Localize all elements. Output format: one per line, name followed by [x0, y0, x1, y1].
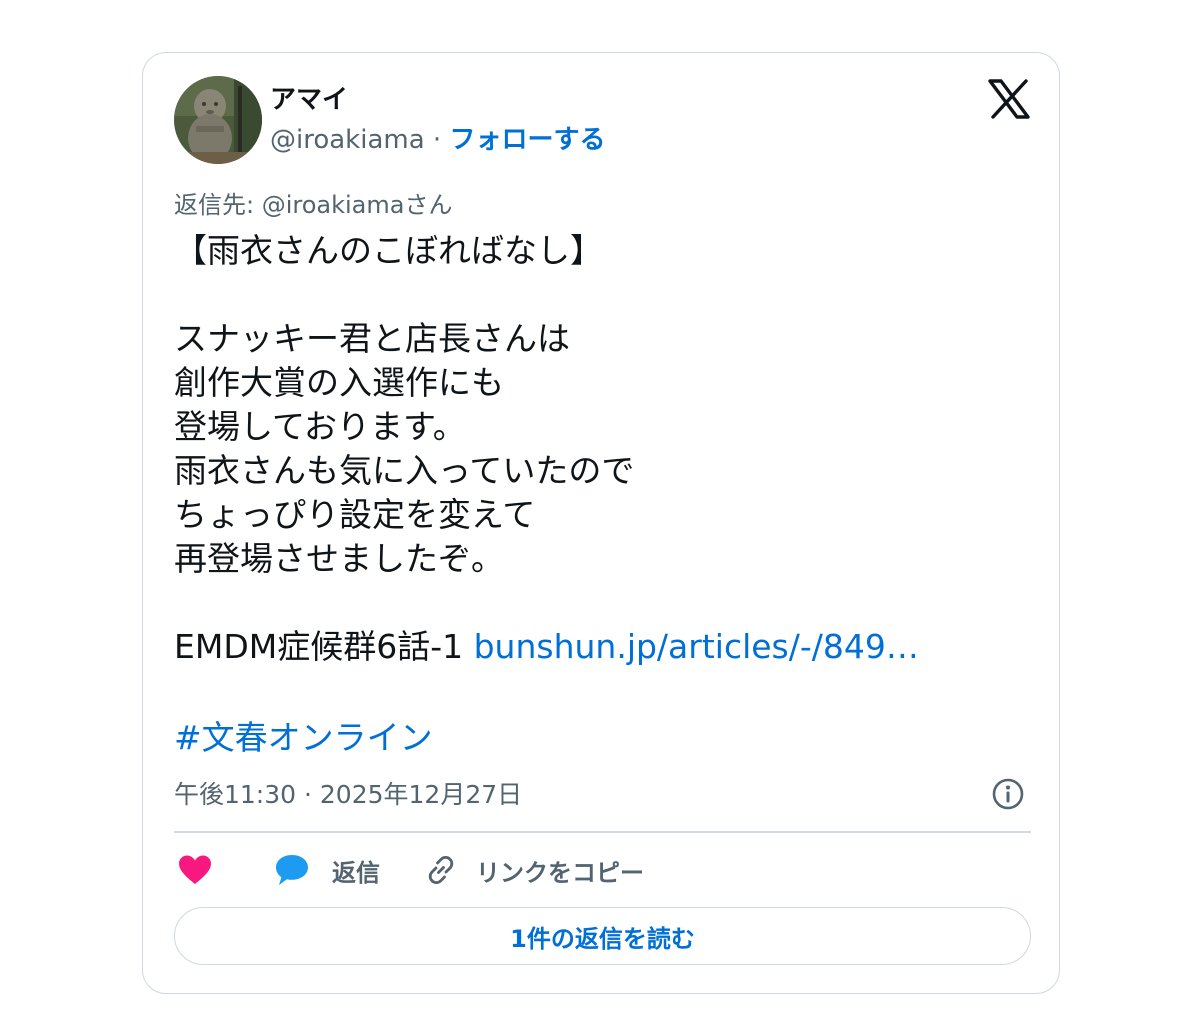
read-replies-button[interactable]: 1件の返信を読む — [174, 907, 1031, 965]
tweet-line: 登場しております。 — [174, 407, 466, 446]
reply-button[interactable]: 返信 — [274, 848, 380, 892]
tweet-line: 雨衣さんも気に入っていたので — [174, 451, 635, 490]
avatar[interactable] — [174, 76, 262, 164]
tweet-line: ちょっぴり設定を変えて — [174, 495, 536, 534]
tweet-line: EMDM症候群6話-1 — [174, 627, 474, 666]
embedded-tweet-card: アマイ @iroakiama · フォローする 返信先: @iroakiamaさ… — [142, 52, 1060, 994]
article-link[interactable]: bunshun.jp/articles/-/849… — [474, 627, 919, 666]
author-handle-row: @iroakiama · フォローする — [270, 123, 605, 157]
tweet-line: 再登場させましたぞ。 — [174, 539, 504, 578]
tweet-link-line: EMDM症候群6話-1 bunshun.jp/articles/-/849… — [174, 625, 1034, 669]
link-icon — [428, 856, 454, 884]
follow-button[interactable]: フォローする — [449, 125, 605, 155]
copy-link-button[interactable]: リンクをコピー — [424, 848, 644, 892]
author-handle[interactable]: @iroakiama — [270, 125, 425, 155]
separator-dot: · — [432, 125, 442, 155]
author-display-name[interactable]: アマイ — [270, 83, 348, 117]
reply-to-label: 返信先: @iroakiamaさん — [174, 191, 453, 219]
speech-bubble-icon — [276, 855, 308, 885]
avatar-image — [174, 76, 262, 164]
hashtag-link[interactable]: #文春オンライン — [174, 716, 433, 760]
tweet-line — [174, 581, 1034, 625]
copy-link-label: リンクをコピー — [476, 858, 644, 887]
tweet-timestamp[interactable]: 午後11:30 · 2025年12月27日 — [174, 778, 522, 812]
x-logo-icon[interactable] — [988, 79, 1030, 119]
divider — [174, 831, 1031, 833]
like-button[interactable] — [178, 848, 212, 892]
tweet-line — [174, 273, 1034, 317]
info-icon[interactable] — [991, 777, 1025, 811]
action-bar: 返信 リンクをコピー — [174, 848, 1034, 892]
tweet-line: 【雨衣さんのこぼればなし】 — [174, 231, 603, 270]
tweet-line: スナッキー君と店長さんは — [174, 319, 570, 358]
reply-label: 返信 — [332, 858, 380, 887]
heart-icon — [179, 855, 211, 884]
tweet-body: 【雨衣さんのこぼればなし】 スナッキー君と店長さんは 創作大賞の入選作にも 登場… — [174, 229, 1034, 669]
tweet-line: 創作大賞の入選作にも — [174, 363, 504, 402]
